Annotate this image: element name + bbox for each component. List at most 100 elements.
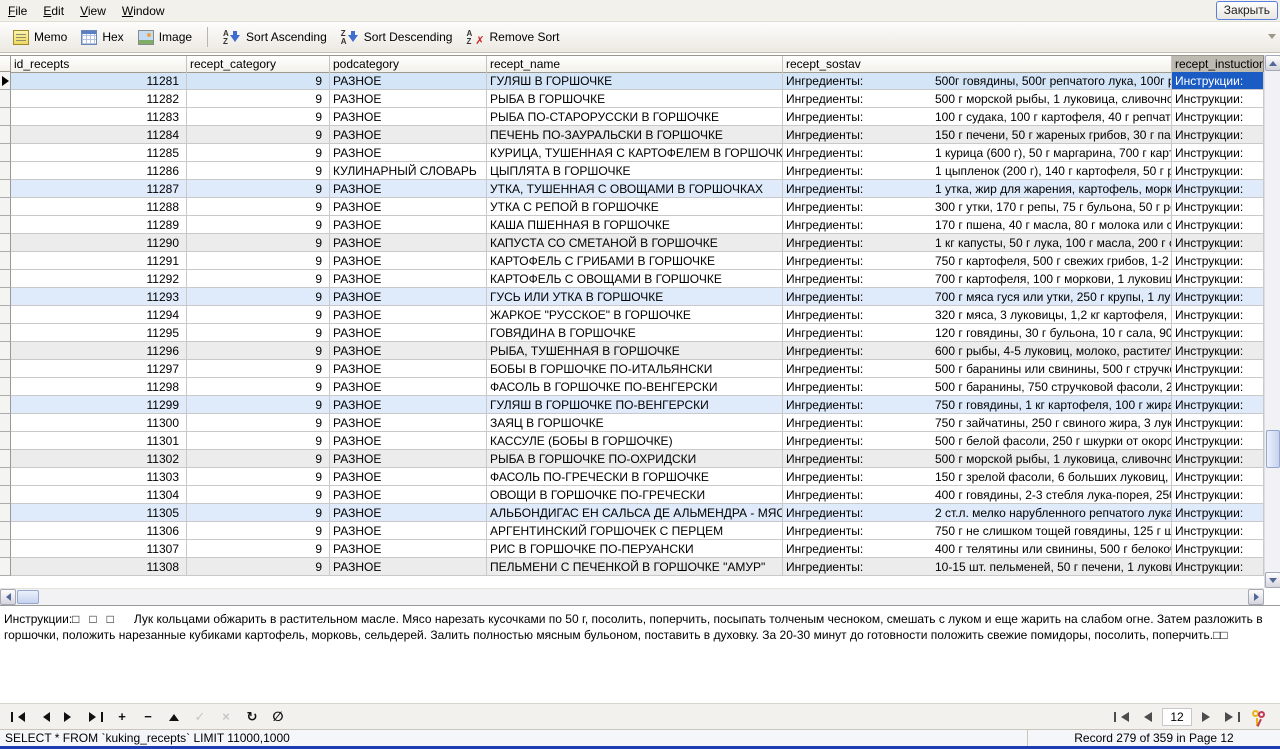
cell-recept-sostav[interactable]: Ингредиенты:500 г баранины или свинины, … bbox=[783, 360, 1172, 378]
cell-recept-name[interactable]: АЛЬБОНДИГАС ЕН САЛЬСА ДЕ АЛЬМЕНДРА - МЯС… bbox=[487, 504, 783, 522]
cell-id-recepts[interactable]: 11288 bbox=[11, 198, 187, 216]
column-header-podcategory[interactable]: podcategory bbox=[330, 56, 487, 73]
cell-recept-sostav[interactable]: Ингредиенты:500 г белой фасоли, 250 г шк… bbox=[783, 432, 1172, 450]
cell-recept-name[interactable]: ГУЛЯШ В ГОРШОЧКЕ bbox=[487, 72, 783, 90]
table-row[interactable]: 113049РАЗНОЕОВОЩИ В ГОРШОЧКЕ ПО-ГРЕЧЕСКИ… bbox=[0, 486, 1264, 504]
sort-ascending-button[interactable]: AZSort Ascending bbox=[216, 27, 334, 48]
cell-recept-category[interactable]: 9 bbox=[187, 468, 330, 486]
cell-recept-instuction[interactable]: Инструкции: bbox=[1172, 144, 1264, 162]
cell-podcategory[interactable]: РАЗНОЕ bbox=[330, 288, 487, 306]
row-selector[interactable] bbox=[0, 396, 11, 414]
scroll-left-button[interactable] bbox=[0, 589, 16, 605]
previous-page-button[interactable] bbox=[1139, 712, 1152, 722]
vertical-scrollbar[interactable] bbox=[1264, 55, 1280, 588]
table-row[interactable]: 113089РАЗНОЕПЕЛЬМЕНИ С ПЕЧЕНКОЙ В ГОРШОЧ… bbox=[0, 558, 1264, 576]
cell-recept-name[interactable]: РЫБА В ГОРШОЧКЕ ПО-ОХРИДСКИ bbox=[487, 450, 783, 468]
row-selector[interactable] bbox=[0, 558, 11, 576]
cell-recept-sostav[interactable]: Ингредиенты:150 г печени, 50 г жареных г… bbox=[783, 126, 1172, 144]
cell-id-recepts[interactable]: 11304 bbox=[11, 486, 187, 504]
cell-recept-sostav[interactable]: Ингредиенты:2 ст.л. мелко нарубленного р… bbox=[783, 504, 1172, 522]
table-row[interactable]: 113009РАЗНОЕЗАЯЦ В ГОРШОЧКЕИнгредиенты:7… bbox=[0, 414, 1264, 432]
table-row[interactable]: 112979РАЗНОЕБОБЫ В ГОРШОЧКЕ ПО-ИТАЛЬЯНСК… bbox=[0, 360, 1264, 378]
cell-recept-sostav[interactable]: Ингредиенты:400 г говядины, 2-3 стебля л… bbox=[783, 486, 1172, 504]
column-header-recept_name[interactable]: recept_name bbox=[487, 56, 783, 73]
cell-recept-instuction[interactable]: Инструкции: bbox=[1172, 198, 1264, 216]
cell-recept-category[interactable]: 9 bbox=[187, 378, 330, 396]
cell-recept-category[interactable]: 9 bbox=[187, 432, 330, 450]
cell-id-recepts[interactable]: 11286 bbox=[11, 162, 187, 180]
cell-podcategory[interactable]: РАЗНОЕ bbox=[330, 360, 487, 378]
cell-id-recepts[interactable]: 11283 bbox=[11, 108, 187, 126]
insert-record-button[interactable]: + bbox=[110, 706, 134, 728]
table-row[interactable]: 112819РАЗНОЕГУЛЯШ В ГОРШОЧКЕИнгредиенты:… bbox=[0, 72, 1264, 90]
row-selector[interactable] bbox=[0, 432, 11, 450]
cell-recept-name[interactable]: ОВОЩИ В ГОРШОЧКЕ ПО-ГРЕЧЕСКИ bbox=[487, 486, 783, 504]
cell-recept-sostav[interactable]: Ингредиенты:500 г морской рыбы, 1 лукови… bbox=[783, 90, 1172, 108]
table-row[interactable]: 112929РАЗНОЕКАРТОФЕЛЬ С ОВОЩАМИ В ГОРШОЧ… bbox=[0, 270, 1264, 288]
cell-podcategory[interactable]: РАЗНОЕ bbox=[330, 126, 487, 144]
table-row[interactable]: 112919РАЗНОЕКАРТОФЕЛЬ С ГРИБАМИ В ГОРШОЧ… bbox=[0, 252, 1264, 270]
cell-recept-sostav[interactable]: Ингредиенты:500 г морской рыбы, 1 лукови… bbox=[783, 450, 1172, 468]
cell-recept-sostav[interactable]: Ингредиенты:750 г говядины, 1 кг картофе… bbox=[783, 396, 1172, 414]
cell-recept-name[interactable]: ПЕЛЬМЕНИ С ПЕЧЕНКОЙ В ГОРШОЧКЕ "АМУР" bbox=[487, 558, 783, 576]
post-record-button[interactable]: ✓ bbox=[188, 706, 212, 728]
row-selector[interactable] bbox=[0, 414, 11, 432]
table-row[interactable]: 113059РАЗНОЕАЛЬБОНДИГАС ЕН САЛЬСА ДЕ АЛЬ… bbox=[0, 504, 1264, 522]
cell-recept-instuction[interactable]: Инструкции: bbox=[1172, 540, 1264, 558]
cell-podcategory[interactable]: РАЗНОЕ bbox=[330, 216, 487, 234]
cell-recept-instuction[interactable]: Инструкции: bbox=[1172, 252, 1264, 270]
cell-recept-name[interactable]: РЫБА ПО-СТАРОРУССКИ В ГОРШОЧКЕ bbox=[487, 108, 783, 126]
scroll-up-button[interactable] bbox=[1265, 55, 1280, 71]
cell-recept-name[interactable]: КАРТОФЕЛЬ С ОВОЩАМИ В ГОРШОЧКЕ bbox=[487, 270, 783, 288]
table-row[interactable]: 112909РАЗНОЕКАПУСТА СО СМЕТАНОЙ В ГОРШОЧ… bbox=[0, 234, 1264, 252]
cell-recept-category[interactable]: 9 bbox=[187, 486, 330, 504]
row-selector[interactable] bbox=[0, 378, 11, 396]
cell-recept-instuction[interactable]: Инструкции: bbox=[1172, 414, 1264, 432]
cell-recept-instuction[interactable]: Инструкции: bbox=[1172, 90, 1264, 108]
row-selector[interactable] bbox=[0, 162, 11, 180]
row-selector[interactable] bbox=[0, 306, 11, 324]
cell-recept-category[interactable]: 9 bbox=[187, 360, 330, 378]
cell-recept-name[interactable]: БОБЫ В ГОРШОЧКЕ ПО-ИТАЛЬЯНСКИ bbox=[487, 360, 783, 378]
last-record-button[interactable] bbox=[84, 706, 108, 728]
cell-recept-instuction[interactable]: Инструкции: bbox=[1172, 216, 1264, 234]
horizontal-scroll-thumb[interactable] bbox=[17, 590, 39, 604]
cell-recept-category[interactable]: 9 bbox=[187, 252, 330, 270]
row-selector[interactable] bbox=[0, 180, 11, 198]
row-selector[interactable] bbox=[0, 126, 11, 144]
cell-recept-instuction[interactable]: Инструкции: bbox=[1172, 270, 1264, 288]
next-page-button[interactable] bbox=[1202, 712, 1215, 722]
table-row[interactable]: 113029РАЗНОЕРЫБА В ГОРШОЧКЕ ПО-ОХРИДСКИИ… bbox=[0, 450, 1264, 468]
block-record-button[interactable]: ∅ bbox=[266, 706, 290, 728]
cell-recept-name[interactable]: ЦЫПЛЯТА В ГОРШОЧКЕ bbox=[487, 162, 783, 180]
remove-sort-button[interactable]: AZ✗Remove Sort bbox=[459, 27, 566, 48]
scroll-down-button[interactable] bbox=[1265, 572, 1280, 588]
row-selector[interactable] bbox=[0, 216, 11, 234]
cell-podcategory[interactable]: РАЗНОЕ bbox=[330, 180, 487, 198]
cell-recept-category[interactable]: 9 bbox=[187, 90, 330, 108]
cell-recept-category[interactable]: 9 bbox=[187, 72, 330, 90]
cell-podcategory[interactable]: РАЗНОЕ bbox=[330, 306, 487, 324]
row-selector[interactable] bbox=[0, 90, 11, 108]
cell-id-recepts[interactable]: 11291 bbox=[11, 252, 187, 270]
row-selector[interactable] bbox=[0, 288, 11, 306]
cell-id-recepts[interactable]: 11290 bbox=[11, 234, 187, 252]
cell-podcategory[interactable]: РАЗНОЕ bbox=[330, 342, 487, 360]
row-selector[interactable] bbox=[0, 486, 11, 504]
table-row[interactable]: 112849РАЗНОЕПЕЧЕНЬ ПО-ЗАУРАЛЬСКИ В ГОРШО… bbox=[0, 126, 1264, 144]
cell-recept-sostav[interactable]: Ингредиенты:10-15 шт. пельменей, 50 г пе… bbox=[783, 558, 1172, 576]
cell-recept-sostav[interactable]: Ингредиенты:1 утка, жир для жарения, кар… bbox=[783, 180, 1172, 198]
cell-recept-sostav[interactable]: Ингредиенты:750 г не слишком тощей говяд… bbox=[783, 522, 1172, 540]
prior-record-button[interactable] bbox=[32, 706, 56, 728]
cell-podcategory[interactable]: РАЗНОЕ bbox=[330, 432, 487, 450]
cell-recept-name[interactable]: РИС В ГОРШОЧКЕ ПО-ПЕРУАНСКИ bbox=[487, 540, 783, 558]
toolbar-overflow-icon[interactable] bbox=[1268, 34, 1276, 43]
cell-id-recepts[interactable]: 11289 bbox=[11, 216, 187, 234]
cell-recept-instuction-selected[interactable]: Инструкции: bbox=[1172, 72, 1264, 90]
table-row[interactable]: 112829РАЗНОЕРЫБА В ГОРШОЧКЕИнгредиенты:5… bbox=[0, 90, 1264, 108]
page-number-input[interactable]: 12 bbox=[1162, 708, 1192, 726]
cell-recept-instuction[interactable]: Инструкции: bbox=[1172, 468, 1264, 486]
cell-recept-instuction[interactable]: Инструкции: bbox=[1172, 180, 1264, 198]
cell-recept-category[interactable]: 9 bbox=[187, 144, 330, 162]
table-row[interactable]: 112949РАЗНОЕЖАРКОЕ "РУССКОЕ" В ГОРШОЧКЕИ… bbox=[0, 306, 1264, 324]
